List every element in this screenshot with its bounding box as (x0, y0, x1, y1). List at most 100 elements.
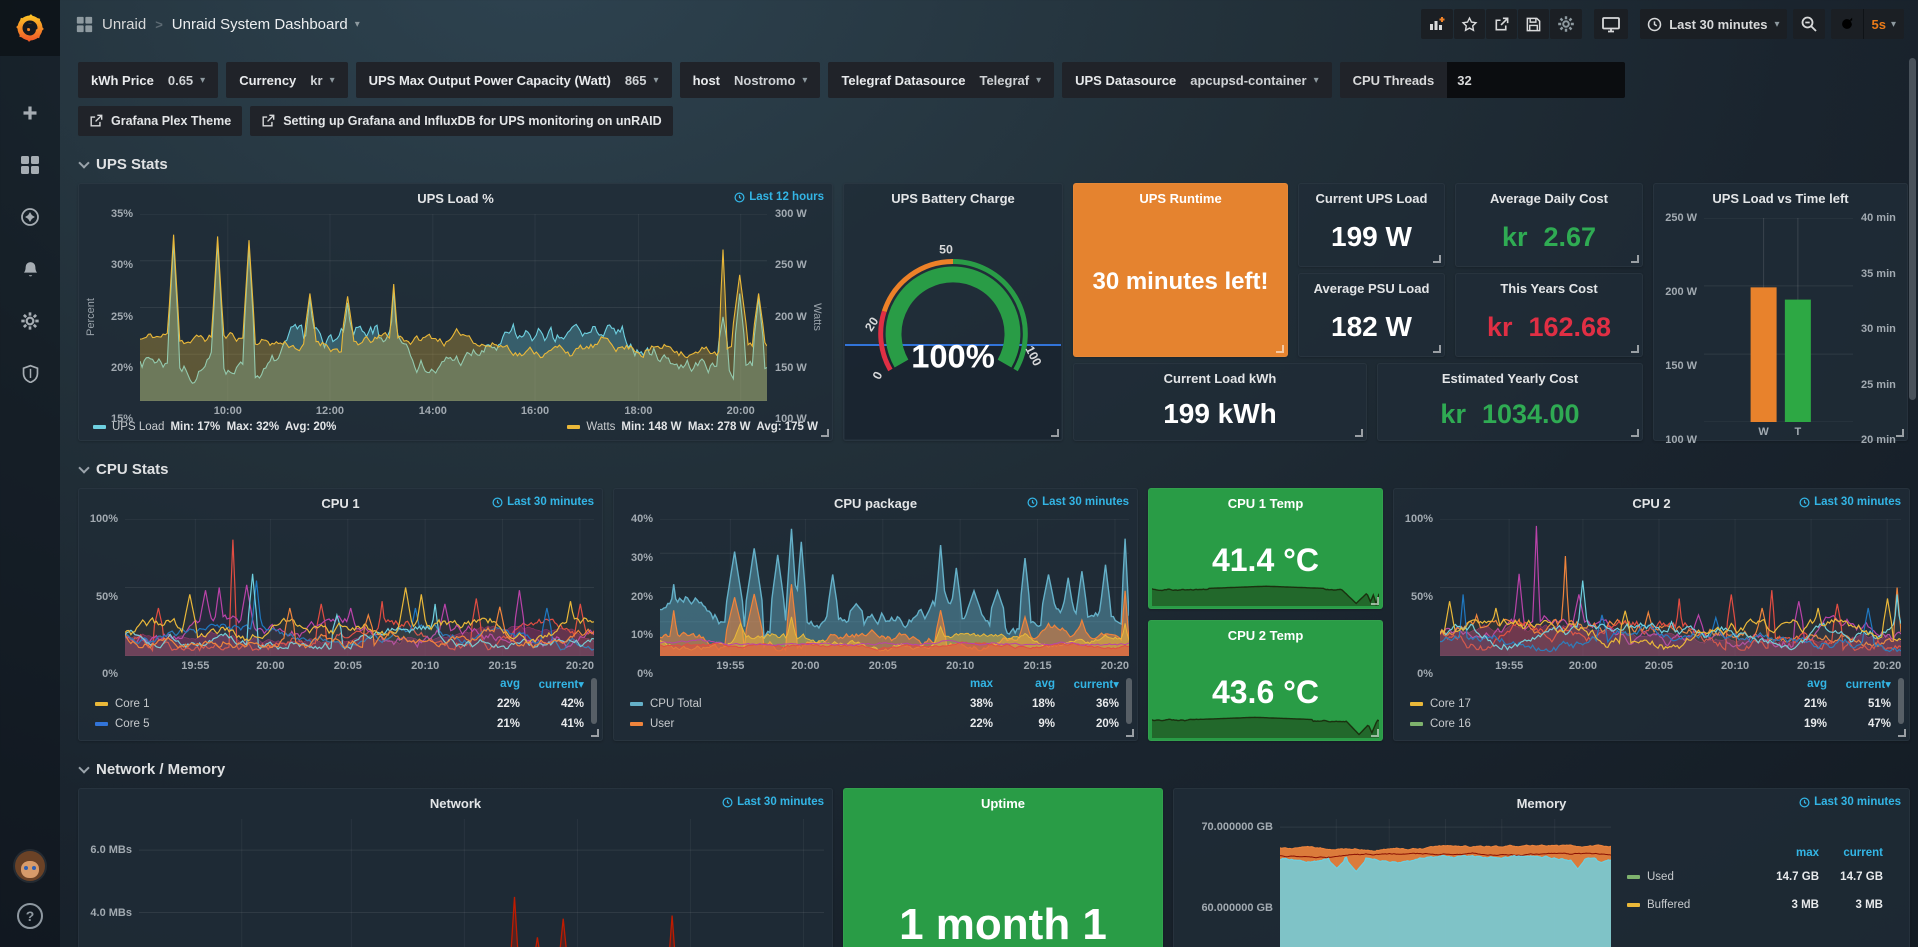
star-button[interactable] (1454, 9, 1485, 39)
gear-icon (1557, 15, 1575, 33)
panel-cpu-package: CPU package Last 30 minutes 40%30%20%10%… (613, 488, 1138, 741)
legend-sort-max[interactable]: max (1757, 847, 1819, 859)
panel-title[interactable]: CPU 2 (1632, 496, 1670, 511)
legend-sort-avg[interactable]: avg (993, 678, 1055, 690)
sidebar-configuration-button[interactable] (12, 308, 48, 334)
legend-sort-avg[interactable]: avg (458, 678, 520, 690)
panel-title[interactable]: Memory (1517, 796, 1567, 811)
legend-sort-avg[interactable]: avg (1765, 678, 1827, 690)
legend-scrollbar-thumb[interactable] (591, 678, 597, 724)
legend-sort-current[interactable]: current▾ (520, 677, 584, 691)
panel-time-override[interactable]: Last 30 minutes (722, 796, 824, 808)
panel-title[interactable]: UPS Runtime (1139, 191, 1221, 206)
panel-ups-runtime: UPS Runtime 30 minutes left! (1073, 183, 1288, 357)
legend-scrollbar-thumb[interactable] (1126, 678, 1132, 724)
cpu2-chart (1440, 519, 1901, 656)
dashboard-settings-button[interactable] (1550, 9, 1582, 39)
save-icon (1525, 16, 1542, 33)
cpu-threads-input[interactable] (1447, 62, 1625, 98)
legend-sort-current[interactable]: current▾ (1827, 677, 1891, 691)
stat-value: 182 W (1299, 298, 1444, 356)
section-ups-stats[interactable]: UPS Stats (80, 156, 1910, 173)
panel-title[interactable]: CPU 2 Temp (1228, 628, 1304, 643)
legend-swatch (630, 702, 643, 706)
panel-title[interactable]: Network (430, 796, 481, 811)
y-axis-tick: 25 min (1861, 379, 1896, 391)
x-axis-tick: 20:15 (1023, 660, 1051, 672)
refresh-interval-picker[interactable]: 5s ▾ (1863, 9, 1905, 39)
legend-sort-current[interactable]: current (1819, 847, 1883, 859)
panel-title[interactable]: Current UPS Load (1316, 191, 1428, 206)
x-axis: 19:5520:0020:0520:1020:1520:20 (125, 656, 594, 674)
legend-scrollbar-thumb[interactable] (1898, 678, 1904, 724)
panel-time-override[interactable]: Last 30 minutes (1799, 496, 1901, 508)
panel-title[interactable]: UPS Load % (417, 191, 494, 206)
panel-title[interactable]: UPS Load vs Time left (1712, 191, 1848, 206)
y-axis-label-right: Watts (809, 214, 824, 419)
dashboard-title[interactable]: Unraid System Dashboard ▾ (172, 16, 360, 33)
y-axis-tick: 100 W (1665, 434, 1697, 446)
page-scrollbar-thumb[interactable] (1909, 58, 1916, 400)
x-axis: WT (1704, 422, 1853, 440)
legend-swatch[interactable] (567, 425, 580, 429)
zoom-out-button[interactable] (1793, 9, 1825, 39)
legend-swatch (1627, 875, 1640, 879)
section-network-memory[interactable]: Network / Memory (80, 761, 1910, 778)
refresh-button[interactable] (1831, 9, 1863, 39)
link-grafana-influxdb-guide[interactable]: Setting up Grafana and InfluxDB for UPS … (250, 106, 672, 136)
panel-time-override[interactable]: Last 30 minutes (492, 496, 594, 508)
panel-title[interactable]: Average PSU Load (1314, 281, 1430, 296)
panel-title[interactable]: Uptime (981, 796, 1025, 811)
panel-title[interactable]: Average Daily Cost (1490, 191, 1608, 206)
y-axis-tick: 200 W (1665, 286, 1697, 298)
breadcrumb-folder[interactable]: Unraid (102, 16, 146, 33)
legend-sort-current[interactable]: current▾ (1055, 677, 1119, 691)
sidebar-dashboards-button[interactable] (12, 152, 48, 178)
ups-stat-cluster: Current UPS Load 199 W UPS Runtime 30 mi… (1073, 183, 1643, 441)
share-button[interactable] (1486, 9, 1517, 39)
add-panel-button[interactable] (1421, 9, 1453, 39)
panel-time-override[interactable]: Last 12 hours (734, 191, 824, 203)
panel-time-override[interactable]: Last 30 minutes (1027, 496, 1129, 508)
legend-swatch[interactable] (93, 425, 106, 429)
save-button[interactable] (1518, 9, 1549, 39)
legend-sort-max[interactable]: max (931, 678, 993, 690)
gauge-tick-50: 50 (939, 243, 953, 257)
x-axis: 10:0012:0014:0016:0018:0020:00 (140, 401, 767, 419)
y-axis-tick: 20% (111, 362, 133, 374)
y-axis-tick: 6.0 MBs (90, 844, 132, 856)
panel-title[interactable]: CPU 1 Temp (1228, 496, 1304, 511)
variable-ups-max-output[interactable]: UPS Max Output Power Capacity (Watt) 865… (356, 62, 672, 98)
ups-load-chart (140, 214, 767, 401)
panel-time-override[interactable]: Last 30 minutes (1799, 796, 1901, 808)
x-axis-tick: 20:10 (946, 660, 974, 672)
grafana-logo[interactable] (0, 0, 60, 56)
panel-title[interactable]: UPS Battery Charge (891, 191, 1015, 206)
sidebar-server-admin-button[interactable] (12, 360, 48, 386)
legend: maxcurrent Used 14.7 GB 14.7 GB Buffered… (1611, 819, 1901, 947)
section-cpu-stats[interactable]: CPU Stats (80, 461, 1910, 478)
help-button[interactable]: ? (17, 903, 43, 929)
network-chart (139, 819, 824, 947)
panel-title[interactable]: This Years Cost (1500, 281, 1597, 296)
variable-kwh-price[interactable]: kWh Price 0.65▾ (78, 62, 218, 98)
refresh-icon (1839, 16, 1855, 32)
link-grafana-plex-theme[interactable]: Grafana Plex Theme (78, 106, 242, 136)
panel-title[interactable]: Current Load kWh (1164, 371, 1277, 386)
panel-title[interactable]: CPU package (834, 496, 917, 511)
user-avatar[interactable] (15, 851, 45, 881)
variable-host[interactable]: host Nostromo▾ (680, 62, 821, 98)
y-axis-left: 70.000000 GB60.000000 GB50.000000 GB (1178, 819, 1280, 947)
time-range-picker[interactable]: Last 30 minutes ▾ (1640, 9, 1786, 39)
kiosk-mode-button[interactable] (1594, 9, 1628, 39)
variable-currency[interactable]: Currency kr▾ (226, 62, 347, 98)
panel-title[interactable]: Estimated Yearly Cost (1442, 371, 1578, 386)
variable-telegraf-datasource[interactable]: Telegraf Datasource Telegraf▾ (828, 62, 1054, 98)
sidebar-create-button[interactable] (12, 100, 48, 126)
sidebar-explore-button[interactable] (12, 204, 48, 230)
sidebar-alerting-button[interactable] (12, 256, 48, 282)
panel-title[interactable]: CPU 1 (321, 496, 359, 511)
variable-ups-datasource[interactable]: UPS Datasource apcupsd-container▾ (1062, 62, 1331, 98)
chevron-down-icon: ▾ (355, 19, 360, 30)
legend-row: Core 16 19% 47% (1410, 714, 1891, 734)
